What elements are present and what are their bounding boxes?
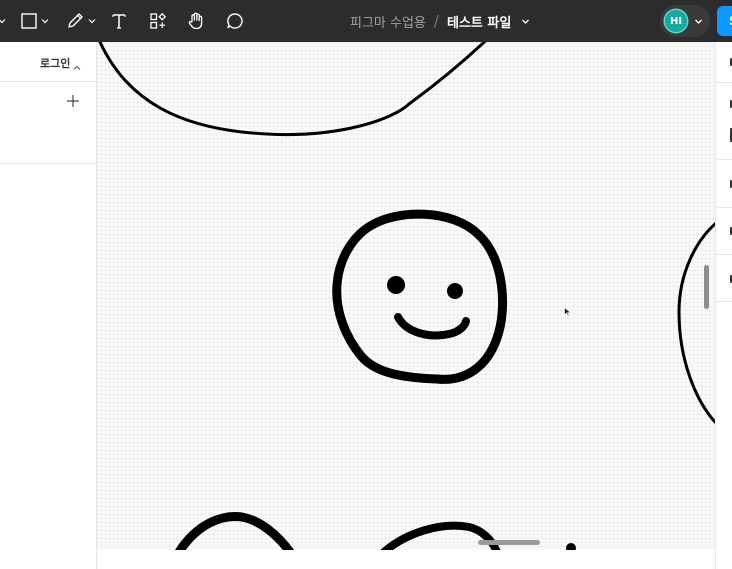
file-title[interactable]: 피그마 수업용 / 테스트 파일 bbox=[350, 0, 530, 42]
page-section-header[interactable]: 로그인 bbox=[0, 42, 96, 82]
add-page-button[interactable] bbox=[64, 92, 82, 110]
pen-tool-button[interactable] bbox=[63, 0, 87, 42]
canvas-bottom-edge bbox=[97, 550, 715, 569]
vector-bottom-shape-left[interactable] bbox=[174, 511, 295, 550]
vector-bottom-shape-right[interactable] bbox=[380, 521, 501, 550]
share-button[interactable]: S bbox=[717, 6, 732, 36]
vector-right-circle[interactable] bbox=[677, 222, 715, 424]
layers-panel: 로그인 bbox=[0, 42, 97, 569]
vector-smiley-right-eye[interactable] bbox=[447, 283, 463, 299]
avatar-chevron-icon[interactable] bbox=[694, 5, 703, 37]
resources-tool-button[interactable] bbox=[146, 0, 170, 42]
design-canvas[interactable] bbox=[97, 42, 715, 550]
frame-tool-chevron-icon[interactable] bbox=[0, 0, 6, 42]
properties-panel bbox=[715, 42, 732, 569]
vector-smiley-outline[interactable] bbox=[332, 209, 508, 384]
panel-divider bbox=[716, 159, 732, 160]
hand-tool-button[interactable] bbox=[184, 0, 208, 42]
file-menu-chevron-icon[interactable] bbox=[521, 17, 530, 26]
panel-divider bbox=[716, 254, 732, 255]
avatar[interactable]: HI bbox=[665, 10, 687, 32]
multiplayer-avatars[interactable]: HI bbox=[660, 5, 710, 37]
shape-tool-chevron-icon[interactable] bbox=[41, 0, 49, 42]
vector-smiley-mouth[interactable] bbox=[394, 313, 470, 340]
panel-divider bbox=[716, 82, 732, 83]
pen-tool-chevron-icon[interactable] bbox=[88, 0, 96, 42]
project-name[interactable]: 피그마 수업용 bbox=[350, 12, 426, 31]
plus-icon bbox=[67, 95, 79, 107]
comment-icon bbox=[227, 13, 243, 29]
vector-top-arc[interactable] bbox=[97, 42, 497, 137]
mouse-cursor-icon bbox=[564, 302, 572, 321]
vector-smiley-left-eye[interactable] bbox=[387, 276, 405, 294]
shape-tool-button[interactable] bbox=[17, 0, 41, 42]
file-name[interactable]: 테스트 파일 bbox=[447, 12, 511, 31]
vertical-scrollbar[interactable] bbox=[704, 265, 709, 309]
comment-tool-button[interactable] bbox=[223, 0, 247, 42]
horizontal-scrollbar[interactable] bbox=[478, 540, 540, 545]
panel-divider bbox=[0, 163, 96, 164]
resources-icon bbox=[150, 12, 167, 29]
hand-icon bbox=[188, 12, 203, 30]
text-tool-button[interactable] bbox=[107, 0, 131, 42]
rectangle-icon bbox=[21, 13, 37, 29]
top-toolbar: 피그마 수업용 / 테스트 파일 HI S bbox=[0, 0, 732, 42]
chevron-up-icon[interactable] bbox=[73, 57, 81, 76]
breadcrumb-separator: / bbox=[433, 12, 439, 30]
canvas-drawings bbox=[97, 42, 715, 550]
vector-bottom-dot[interactable] bbox=[566, 543, 576, 550]
panel-divider bbox=[716, 301, 732, 302]
text-icon bbox=[112, 14, 126, 29]
panel-divider bbox=[716, 207, 732, 208]
page-section-label: 로그인 bbox=[40, 57, 71, 70]
pen-icon bbox=[68, 13, 83, 28]
